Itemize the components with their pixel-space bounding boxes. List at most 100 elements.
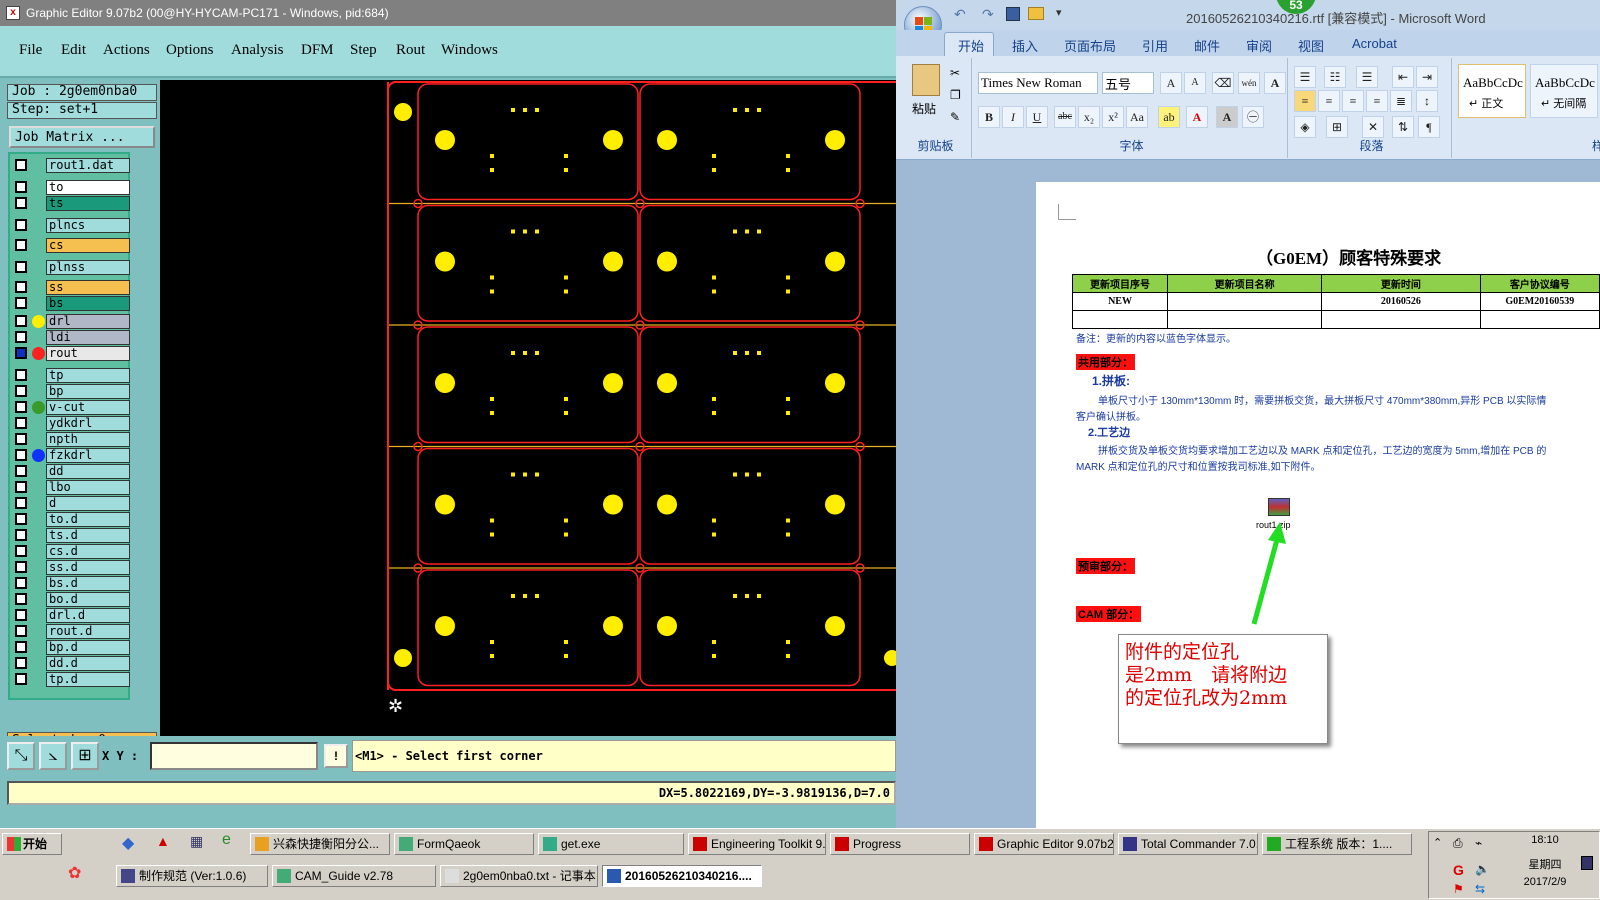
layer-name[interactable]: ss.d [46,560,130,575]
layer-name[interactable]: v-cut [46,400,130,415]
layer-name[interactable]: lbo [46,480,130,495]
editor-title-bar[interactable]: x Graphic Editor 9.07b2 (00@HY-HYCAM-PC1… [0,0,896,26]
layer-row[interactable]: plncs [12,218,130,233]
justify-icon[interactable]: ≡ [1366,90,1388,112]
layer-checkbox[interactable] [15,181,27,193]
underline-icon[interactable]: U [1026,106,1048,128]
layer-name[interactable]: tp [46,368,130,383]
taskbar-button[interactable]: Graphic Editor 9.07b2... [974,833,1114,855]
align-right-icon[interactable]: ≡ [1342,90,1364,112]
redo-icon[interactable]: ↷ [982,6,994,23]
layer-name[interactable]: plnss [46,260,130,275]
layer-row[interactable]: bp [12,384,130,399]
layer-name[interactable]: plncs [46,218,130,233]
enclose-char-icon[interactable]: ㊀ [1242,106,1264,128]
layer-name[interactable]: bp.d [46,640,130,655]
layer-row[interactable]: bs.d [12,576,130,591]
layer-row[interactable]: rout.d [12,624,130,639]
zoom-window-icon[interactable]: ⤡ [7,742,35,770]
menu-options[interactable]: Options [166,42,214,59]
tray-date[interactable]: 2017/2/9 [1505,876,1585,888]
layer-checkbox[interactable] [15,433,27,445]
layer-checkbox[interactable] [15,315,27,327]
decrease-indent-icon[interactable]: ⇤ [1392,66,1414,88]
grow-font-icon[interactable]: A [1160,72,1182,94]
layer-name[interactable]: ydkdrl [46,416,130,431]
job-matrix-button[interactable]: Job Matrix ... [9,126,155,148]
tray-time[interactable]: 18:10 [1505,834,1585,846]
chinese-layout-icon[interactable]: ✕ [1362,116,1384,138]
style-no-spacing[interactable]: AaBbCcDc ↵ 无间隔 [1530,64,1598,118]
tab-insert[interactable]: 插入 [1012,36,1038,55]
tab-home[interactable]: 开始 [958,36,984,55]
layer-checkbox[interactable] [15,465,27,477]
tray-flag-icon[interactable]: ⚑ [1453,882,1464,896]
layer-checkbox[interactable] [15,609,27,621]
layer-checkbox[interactable] [15,369,27,381]
taskbar-button[interactable]: 兴森快捷衡阳分公... [250,833,390,855]
highlight-icon[interactable]: ab [1158,106,1180,128]
paste-label[interactable]: 粘贴 [912,100,936,117]
shading-icon[interactable]: ◈ [1294,116,1316,138]
phonetic-icon[interactable]: wén [1238,72,1260,94]
layer-checkbox[interactable] [15,159,27,171]
layer-row[interactable]: cs [12,238,130,253]
borders-icon[interactable]: ⊞ [1326,116,1348,138]
tray-network-icon[interactable]: ⇆ [1475,882,1485,896]
layer-checkbox[interactable] [15,577,27,589]
layer-checkbox[interactable] [15,197,27,209]
format-painter-icon[interactable]: ✎ [950,110,960,124]
layer-name[interactable]: rout1.dat [46,158,130,173]
layer-row[interactable]: tp [12,368,130,383]
change-case-icon[interactable]: Aa [1126,106,1148,128]
layer-name[interactable]: bp [46,384,130,399]
sort-icon[interactable]: ⇅ [1392,116,1414,138]
align-center-icon[interactable]: ≡ [1318,90,1340,112]
layer-row[interactable]: lbo [12,480,130,495]
menu-file[interactable]: File [19,42,42,59]
subscript-icon[interactable]: x₂ [1078,106,1100,128]
char-border-icon[interactable]: A [1264,72,1286,94]
layer-row[interactable]: bo.d [12,592,130,607]
tray-expand-icon[interactable]: ⌃ [1433,836,1442,849]
copy-icon[interactable]: ❐ [950,88,961,102]
tray-volume-icon[interactable]: 🔈 [1475,862,1490,876]
layer-name[interactable]: fzkdrl [46,448,130,463]
layer-name[interactable]: dd [46,464,130,479]
layer-checkbox[interactable] [15,641,27,653]
tray-weekday[interactable]: 星期四 [1505,856,1585,872]
layer-name[interactable]: npth [46,432,130,447]
layer-checkbox[interactable] [15,545,27,557]
zip-file-icon[interactable] [1268,498,1290,516]
show-marks-icon[interactable]: ¶ [1418,116,1440,138]
taskbar-button[interactable]: Total Commander 7.0... [1118,833,1258,855]
layer-row[interactable]: bs [12,296,130,311]
layer-name[interactable]: rout.d [46,624,130,639]
clear-format-icon[interactable]: ⌫ [1212,72,1234,94]
layer-row[interactable]: ldi [12,330,130,345]
layer-name[interactable]: ldi [46,330,130,345]
layer-name[interactable]: drl [46,314,130,329]
taskbar-button[interactable]: get.exe [538,833,684,855]
layer-name[interactable]: drl.d [46,608,130,623]
multilevel-list-icon[interactable]: ☰ [1356,66,1378,88]
layer-name[interactable]: ts.d [46,528,130,543]
info-button-icon[interactable]: ! [324,744,348,768]
layer-name[interactable]: ts [46,196,130,211]
layer-name[interactable]: bs.d [46,576,130,591]
taskbar-button[interactable]: 20160526210340216.... [602,865,762,887]
strikethrough-icon[interactable]: abc [1054,106,1076,128]
color-tool-icon[interactable]: ✿ [68,863,81,883]
tray-monitor-icon[interactable] [1581,856,1593,870]
font-color-icon[interactable]: A [1186,106,1208,128]
taskbar-button[interactable]: Progress [830,833,970,855]
layer-row[interactable]: rout [12,346,130,361]
tab-page-layout[interactable]: 页面布局 [1064,36,1116,55]
menu-actions[interactable]: Actions [103,42,150,59]
layer-row[interactable]: ts.d [12,528,130,543]
align-left-icon[interactable]: ≡ [1294,90,1316,112]
tab-view[interactable]: 视图 [1298,36,1324,55]
pcb-canvas[interactable] [160,80,896,736]
paste-icon[interactable] [912,64,940,96]
layer-row[interactable]: ts [12,196,130,211]
